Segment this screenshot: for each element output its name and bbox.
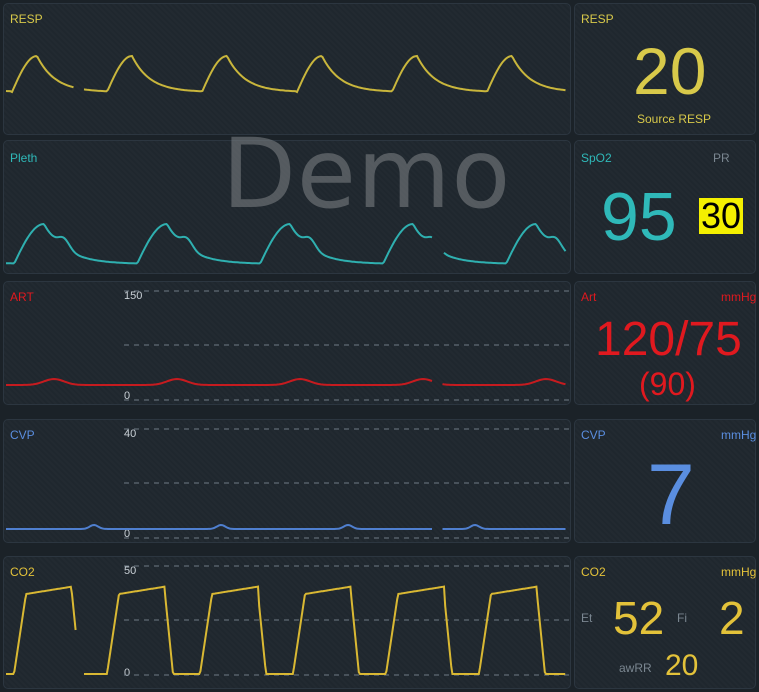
co2-fi-value: 2 — [719, 592, 745, 644]
cvp-value: 7 — [647, 447, 695, 543]
cvp-waveform — [6, 428, 569, 539]
spo2-numeric-panel[interactable]: SpO2 PR 95 30 — [574, 140, 756, 274]
cvp-panel-label: CVP — [581, 428, 606, 442]
co2-panel-label: CO2 — [581, 565, 606, 579]
co2-row: CO2 50 0 CO2 mmHg Et 52 Fi 2 awRR 20 — [0, 556, 759, 689]
co2-et-value: 52 — [613, 592, 665, 644]
pleth-waveform-panel[interactable]: Pleth — [3, 140, 571, 274]
art-numeric-panel[interactable]: Art mmHg 120/75 (90) — [574, 281, 756, 405]
pleth-row: Pleth SpO2 PR 95 30 — [0, 140, 759, 274]
art-systolic-diastolic-value: 120/75 — [595, 313, 742, 366]
co2-waveform — [6, 565, 569, 676]
cvp-unit-label: mmHg — [721, 428, 757, 442]
spo2-value: 95 — [601, 179, 677, 255]
resp-numeric-panel[interactable]: RESP 20 Source RESP — [574, 3, 756, 135]
co2-fi-label: Fi — [677, 611, 687, 625]
cvp-row: CVP 40 0 CVP mmHg 7 — [0, 419, 759, 543]
art-panel-label: Art — [581, 290, 597, 304]
art-unit-label: mmHg — [721, 290, 757, 304]
art-waveform-panel[interactable]: ART 150 0 — [3, 281, 571, 405]
co2-unit-label: mmHg — [721, 565, 757, 579]
resp-rate-value: 20 — [633, 34, 707, 108]
co2-et-label: Et — [581, 611, 593, 625]
pleth-waveform — [6, 222, 567, 265]
art-row: ART 150 0 Art mmHg 120/75 (90) — [0, 281, 759, 405]
art-waveform — [6, 290, 569, 401]
resp-row: RESP RESP 20 Source RESP — [0, 3, 759, 135]
co2-waveform-panel[interactable]: CO2 50 0 — [3, 556, 571, 689]
resp-panel-label: RESP — [581, 12, 614, 26]
pr-value: 30 — [699, 195, 744, 236]
co2-awrr-value: 20 — [665, 649, 699, 682]
co2-numeric-panel[interactable]: CO2 mmHg Et 52 Fi 2 awRR 20 — [574, 556, 756, 689]
co2-awrr-label: awRR — [619, 661, 652, 675]
art-mean-value: (90) — [639, 366, 696, 402]
resp-waveform — [5, 54, 566, 94]
cvp-numeric-panel[interactable]: CVP mmHg 7 — [574, 419, 756, 543]
cvp-waveform-panel[interactable]: CVP 40 0 — [3, 419, 571, 543]
pr-label: PR — [713, 151, 730, 165]
resp-source-label: Source RESP — [637, 112, 712, 126]
spo2-panel-label: SpO2 — [581, 151, 612, 165]
resp-waveform-panel[interactable]: RESP — [3, 3, 571, 135]
